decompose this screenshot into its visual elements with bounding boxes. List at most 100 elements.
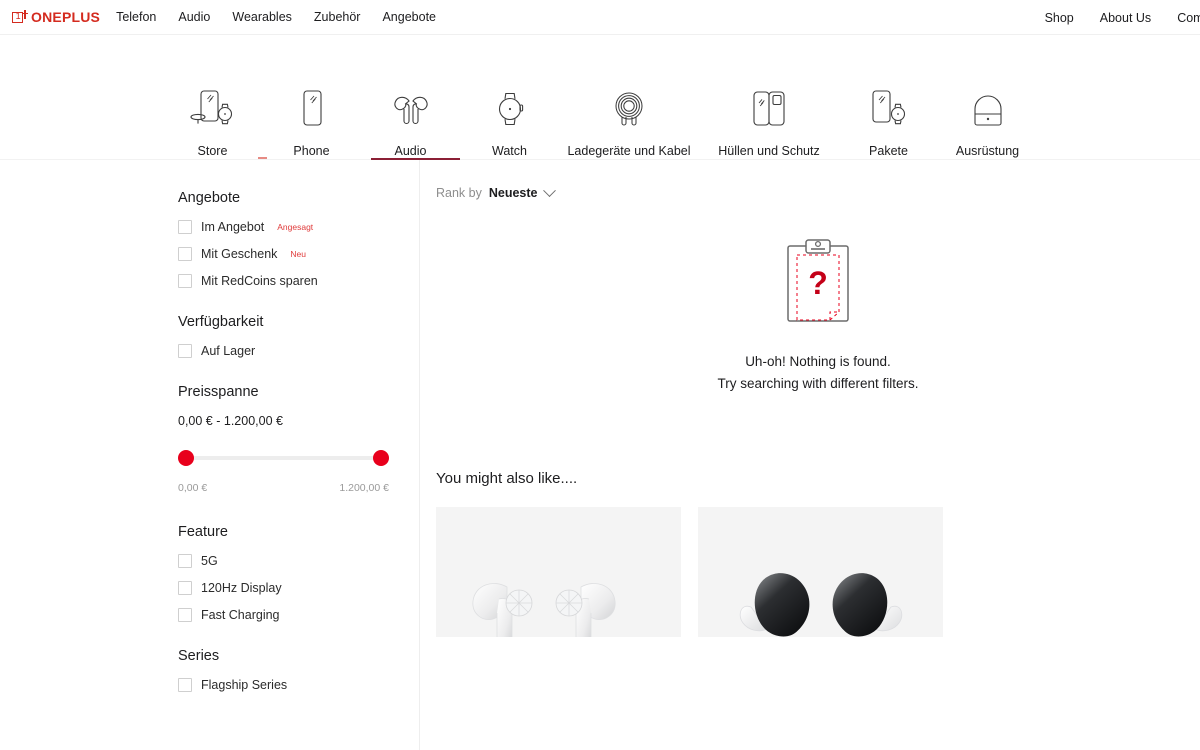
rank-by-label: Rank by [436, 186, 482, 200]
filter-sidebar: Angebote Im Angebot Angesagt Mit Geschen… [0, 160, 420, 750]
checkbox[interactable] [178, 344, 192, 358]
empty-state-line-1: Uh-oh! Nothing is found. [745, 354, 891, 369]
nav-wearables[interactable]: Wearables [232, 10, 292, 24]
rank-by-dropdown[interactable]: Rank by Neueste [436, 183, 556, 200]
filter-title: Feature [178, 524, 228, 540]
price-min-label: 0,00 € [178, 482, 208, 494]
checkbox[interactable] [178, 554, 192, 568]
logo-digit: 1 [15, 11, 21, 22]
top-header: 1 ONEPLUS Telefon Audio Wearables Zubehö… [0, 0, 1200, 35]
filter-option-label: Mit Geschenk [201, 247, 278, 261]
category-ladegerate-und-kabel[interactable]: Ladegeräte und Kabel [559, 85, 699, 158]
case-icon [745, 85, 793, 135]
filter-option-mit-geschenk[interactable]: Mit Geschenk Neu [178, 247, 419, 261]
filter-option-label: 5G [201, 554, 218, 568]
filter-title: Verfügbarkeit [178, 314, 264, 330]
nav-zubehor[interactable]: Zubehör [314, 10, 361, 24]
filter-option-label: Auf Lager [201, 344, 256, 358]
nav-telefon[interactable]: Telefon [116, 10, 156, 24]
empty-state-message: Uh-oh! Nothing is found. Try searching w… [717, 351, 918, 395]
category-label: Ladegeräte und Kabel [567, 144, 691, 158]
filter-option-flagship-series[interactable]: Flagship Series [178, 678, 419, 692]
category-hullen-und-schutz[interactable]: Hüllen und Schutz [699, 85, 839, 158]
nav-audio[interactable]: Audio [178, 10, 210, 24]
filter-title: Preisspanne [178, 384, 259, 400]
backpack-icon [964, 85, 1012, 135]
chevron-down-icon[interactable] [542, 183, 556, 197]
category-audio[interactable]: Audio [361, 85, 460, 158]
price-max-label: 1.200,00 € [339, 482, 389, 494]
nav-about-us[interactable]: About Us [1100, 11, 1151, 25]
filter-option-fast-charging[interactable]: Fast Charging [178, 608, 419, 622]
filter-group-feature: Feature 5G 120Hz Display Fast Charging [178, 524, 419, 622]
badge-neu: Neu [290, 249, 307, 259]
filter-option-label: 120Hz Display [201, 581, 282, 595]
phone-icon [288, 85, 336, 135]
tab-indicator-secondary [258, 157, 267, 159]
slider-handle-max[interactable] [373, 450, 389, 466]
category-label: Hüllen und Schutz [718, 144, 820, 158]
svg-text:?: ? [808, 265, 828, 301]
category-label: Ausrüstung [955, 144, 1020, 158]
category-watch[interactable]: Watch [460, 85, 559, 158]
suggestions-title: You might also like.... [436, 469, 578, 487]
category-label: Phone [293, 144, 330, 158]
checkbox[interactable] [178, 608, 192, 622]
checkbox[interactable] [178, 678, 192, 692]
category-phone[interactable]: Phone [262, 85, 361, 158]
checkbox[interactable] [178, 274, 192, 288]
filter-group-preisspanne: Preisspanne 0,00 € - 1.200,00 € 0,00 € 1… [178, 384, 419, 494]
filter-title: Angebote [178, 190, 241, 206]
rank-by-value: Neueste [488, 186, 538, 200]
filter-option-im-angebot[interactable]: Im Angebot Angesagt [178, 220, 419, 234]
oneplus-logo[interactable]: 1 ONEPLUS [12, 9, 100, 25]
filter-option-label: Mit RedCoins sparen [201, 274, 318, 288]
category-label: Audio [394, 144, 427, 158]
filter-group-series: Series Flagship Series [178, 648, 419, 692]
store-icon [189, 85, 237, 135]
filter-option-auf-lager[interactable]: Auf Lager [178, 344, 419, 358]
nav-shop[interactable]: Shop [1045, 11, 1074, 25]
filter-option-5g[interactable]: 5G [178, 554, 419, 568]
cable-icon [605, 85, 653, 135]
oneplus-logo-mark: 1 [12, 9, 28, 25]
filter-option-mit-redcoins-sparen[interactable]: Mit RedCoins sparen [178, 274, 419, 288]
category-store[interactable]: Store [163, 85, 262, 158]
price-range-value: 0,00 € - 1.200,00 € [178, 414, 283, 428]
slider-endpoints: 0,00 € 1.200,00 € [178, 482, 389, 494]
filter-group-verfugbarkeit: Verfügbarkeit Auf Lager [178, 314, 419, 358]
clipboard-question-icon: ? [785, 238, 851, 329]
page-body: Angebote Im Angebot Angesagt Mit Geschen… [0, 160, 1200, 750]
primary-nav: Telefon Audio Wearables Zubehör Angebote [116, 10, 436, 24]
filter-option-label: Flagship Series [201, 678, 288, 692]
checkbox[interactable] [178, 581, 192, 595]
empty-state: ? Uh-oh! Nothing is found. Try searching… [436, 238, 1200, 395]
suggested-products [436, 506, 1200, 637]
product-card-buds-black[interactable] [698, 506, 943, 637]
white-earbuds-image [459, 535, 659, 637]
category-label: Pakete [869, 144, 908, 158]
category-label: Store [197, 144, 228, 158]
filter-group-angebote: Angebote Im Angebot Angesagt Mit Geschen… [178, 190, 419, 288]
product-card-buds-white[interactable] [436, 506, 681, 637]
category-pakete[interactable]: Pakete [839, 85, 938, 158]
slider-handle-min[interactable] [178, 450, 194, 466]
price-range-slider[interactable] [178, 450, 389, 466]
checkbox[interactable] [178, 247, 192, 261]
filter-option-label: Fast Charging [201, 608, 280, 622]
empty-state-line-2: Try searching with different filters. [717, 375, 919, 391]
bundle-icon [865, 85, 913, 135]
nav-angebote[interactable]: Angebote [382, 10, 436, 24]
filter-title: Series [178, 648, 220, 664]
category-ausrustung[interactable]: Ausrüstung [938, 85, 1037, 158]
checkbox[interactable] [178, 220, 192, 234]
filter-option-120hz-display[interactable]: 120Hz Display [178, 581, 419, 595]
black-earbuds-image [721, 535, 921, 637]
watch-icon [486, 85, 534, 135]
category-label: Watch [492, 144, 527, 158]
slider-track[interactable] [178, 456, 389, 460]
nav-community[interactable]: Comm [1177, 11, 1200, 25]
category-strip: Store Phone Audio Watch Ladegeräte und K… [0, 35, 1200, 160]
oneplus-logo-text: ONEPLUS [31, 9, 101, 25]
results-panel: Rank by Neueste ? Uh-oh! Nothing is foun… [420, 160, 1200, 750]
